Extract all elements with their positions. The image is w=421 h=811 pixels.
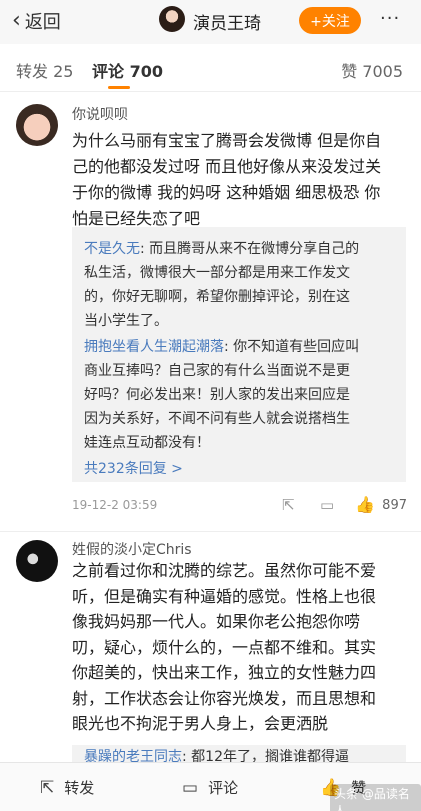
tab-like[interactable]: 赞 7005 xyxy=(341,58,403,82)
comment-line: 射，工作状态会让你容光焕发，而且思想和 xyxy=(72,688,377,708)
reply-author[interactable]: 拥抱坐看人生潮起潮落 xyxy=(84,339,224,355)
comment-author[interactable]: 你说呗呗 xyxy=(72,104,128,124)
avatar[interactable] xyxy=(16,104,58,146)
comment-line: 己的他都没发过呀 而且他好像从来没发过关 xyxy=(72,157,382,176)
reply-line: 商业互捧吗？自己家的有什么当面说不是更 xyxy=(84,363,350,379)
top-bar: ‹ 返回 演员王琦 +关注 ··· xyxy=(0,0,421,44)
more-replies-link[interactable]: 共232条回复 > xyxy=(84,457,394,481)
comment-line: 叨，疑心，烦什么的，一点都不维和。其实 xyxy=(72,637,377,657)
reply-line: : 你不知道有些回应叫 xyxy=(224,339,360,355)
reply-line: 当小学生了。 xyxy=(84,313,168,329)
comment-author[interactable]: 姓假的淡小定Chris xyxy=(72,539,192,559)
back-button[interactable]: ‹ 返回 xyxy=(12,8,61,34)
like-count: 897 xyxy=(382,498,407,513)
comment-line: 听，但是确实有种逼婚的感觉。性格上也很 xyxy=(72,586,377,606)
comment-item: 姓假的淡小定Chris 之前看过你和沈腾的综艺。虽然你可能不爱 听，但是确实有种… xyxy=(0,532,421,762)
reply-line: 娃连点互动都没有！ xyxy=(84,435,210,451)
comment-button[interactable]: ▭ 评论 xyxy=(182,777,238,798)
comment-line: 为什么马丽有宝宝了腾哥会发微博 但是你自 xyxy=(72,131,382,150)
back-label: 返回 xyxy=(24,12,61,33)
comment-line: 之前看过你和沈腾的综艺。虽然你可能不爱 xyxy=(72,561,377,580)
reply-line: 因为关系好，不闻不问有些人就会说搭档生 xyxy=(84,411,350,427)
repost-button[interactable]: ⇱ 转发 xyxy=(40,777,94,798)
reply-line: 私生活，微博很大一部分都是用来工作发文 xyxy=(84,265,350,281)
tab-repost[interactable]: 转发 25 xyxy=(16,58,73,82)
reply-box[interactable]: 不是久无: 而且腾哥从来不在微博分享自己的 私生活，微博很大一部分都是用来工作发… xyxy=(72,227,406,482)
comment-text[interactable]: 之前看过你和沈腾的综艺。虽然你可能不爱 听，但是确实有种逼婚的感觉。性格上也很 … xyxy=(72,558,407,737)
watermark: 头条 @品读名人 xyxy=(330,784,421,811)
reply-line: 的，你好无聊啊，希望你删掉评论，别在这 xyxy=(84,289,350,305)
reply-item[interactable]: 不是久无: 而且腾哥从来不在微博分享自己的 私生活，微博很大一部分都是用来工作发… xyxy=(84,237,394,333)
follow-button[interactable]: +关注 xyxy=(299,7,361,34)
comment-icon: ▭ xyxy=(182,777,199,798)
reply-author[interactable]: 暴躁的老王同志 xyxy=(84,749,182,762)
repost-label: 转发 xyxy=(64,779,95,797)
chevron-left-icon: ‹ xyxy=(12,8,21,33)
comment-line: 眼光也不拘泥于男人身上，会更洒脱 xyxy=(72,714,329,733)
thumbs-up-icon[interactable]: 👍 xyxy=(355,495,375,514)
more-options-button[interactable]: ··· xyxy=(380,8,400,29)
comment-line: 你超美的，快出来工作，独立的女性魅力四 xyxy=(72,663,377,682)
tab-bar: 转发 25 评论 700 赞 7005 xyxy=(0,44,421,92)
comment-meta: 19-12-2 03:59 ⇱ ▭ 👍 897 xyxy=(72,495,407,516)
comment-line: 于你的微博 我的妈呀 这种婚姻 细思极恐 你 xyxy=(72,183,381,202)
tab-comment[interactable]: 评论 700 xyxy=(92,58,163,82)
reply-line: 好吗？何必发出来！别人家的发出来回应是 xyxy=(84,387,350,403)
share-icon: ⇱ xyxy=(40,777,55,798)
comment-icon[interactable]: ▭ xyxy=(320,496,334,514)
author-avatar[interactable] xyxy=(159,6,185,32)
comment-line: 像我妈妈那一代人。如果你老公抱怨你唠 xyxy=(72,612,361,631)
reply-line: : 而且腾哥从来不在微博分享自己的 xyxy=(140,241,360,257)
comment-item: 你说呗呗 为什么马丽有宝宝了腾哥会发微博 但是你自 己的他都没发过呀 而且他好像… xyxy=(0,92,421,532)
comment-text[interactable]: 为什么马丽有宝宝了腾哥会发微博 但是你自 己的他都没发过呀 而且他好像从来没发过… xyxy=(72,128,407,232)
page-title[interactable]: 演员王琦 xyxy=(193,9,261,34)
reply-author[interactable]: 不是久无 xyxy=(84,241,140,257)
reply-item[interactable]: 拥抱坐看人生潮起潮落: 你不知道有些回应叫 商业互捧吗？自己家的有什么当面说不是… xyxy=(84,335,394,455)
share-icon[interactable]: ⇱ xyxy=(282,496,295,514)
reply-box[interactable]: 暴躁的老王同志: 都12年了，搁谁谁都得逼 xyxy=(72,745,406,762)
comment-label: 评论 xyxy=(208,779,239,797)
active-tab-indicator xyxy=(108,86,130,89)
avatar[interactable] xyxy=(16,540,58,582)
reply-line: : 都12年了，搁谁谁都得逼 xyxy=(182,749,349,762)
comment-time: 19-12-2 03:59 xyxy=(72,498,158,512)
